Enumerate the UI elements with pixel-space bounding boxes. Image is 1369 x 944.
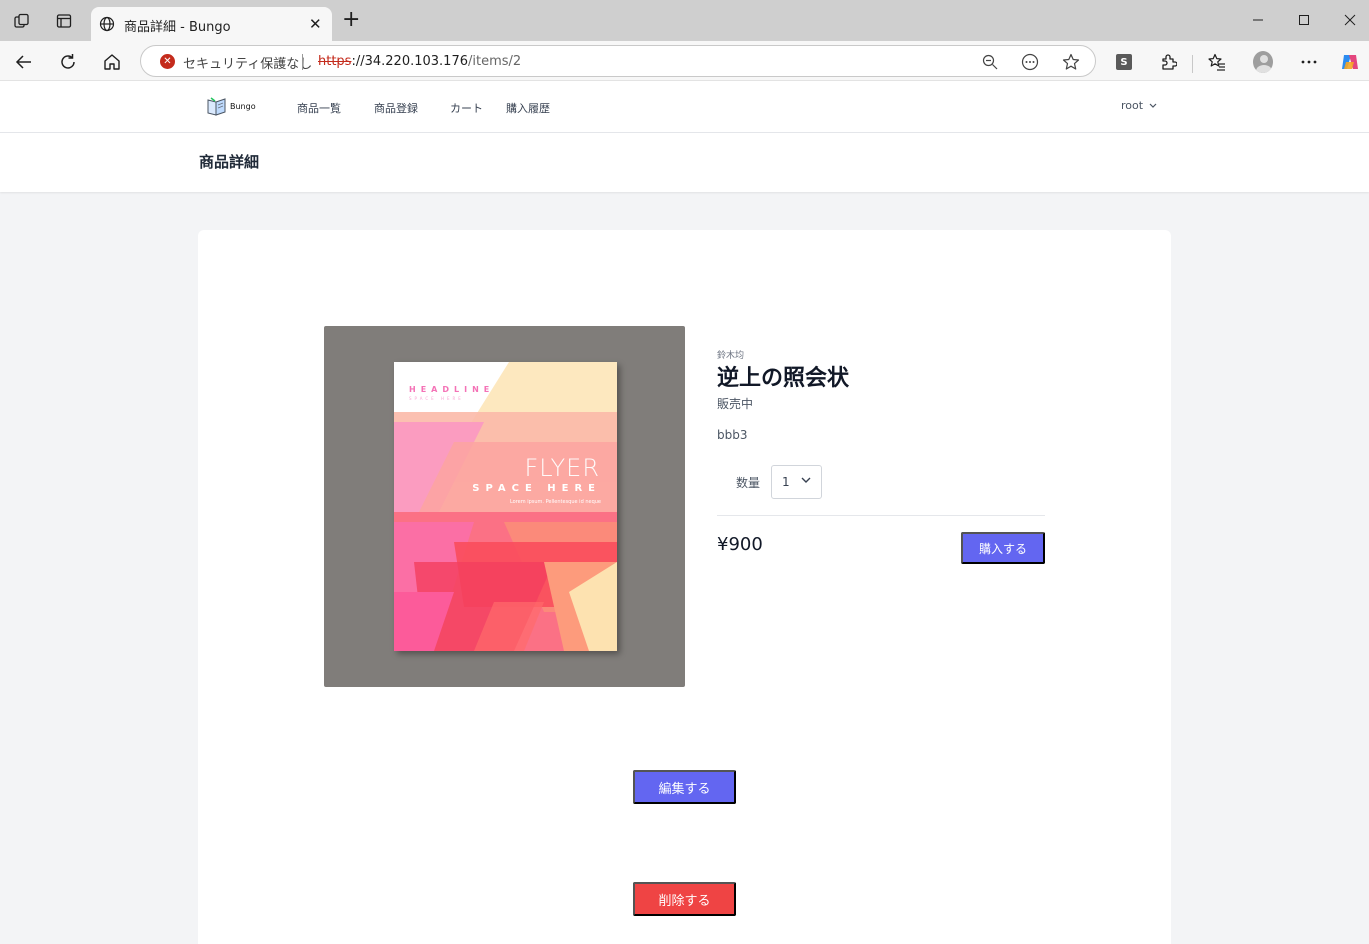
product-price: ¥900 (717, 534, 763, 555)
nav-item-history[interactable]: 購入履歴 (506, 100, 550, 116)
maximize-icon[interactable] (1294, 10, 1314, 30)
extensions-icon[interactable] (1158, 52, 1178, 72)
product-status: 販売中 (717, 397, 754, 411)
close-window-icon[interactable] (1340, 10, 1360, 30)
quantity-label: 数量 (736, 476, 761, 490)
url-text[interactable]: https://34.220.103.176/items/2 (318, 54, 521, 69)
copilot-icon[interactable] (1340, 52, 1360, 72)
flyer-cover-image: HEADLINE SPACE HERE FLYER SPACE HERE Lor… (394, 362, 617, 651)
minimize-icon[interactable] (1248, 10, 1268, 30)
nav-item-list[interactable]: 商品一覧 (297, 100, 341, 116)
close-tab-icon[interactable]: ✕ (309, 16, 322, 32)
product-description: bbb3 (717, 428, 748, 442)
page-title: 商品詳細 (199, 153, 260, 171)
favorite-star-icon[interactable] (1062, 53, 1080, 71)
product-image: HEADLINE SPACE HERE FLYER SPACE HERE Lor… (324, 326, 685, 687)
user-name: root (1121, 99, 1144, 112)
quantity-value: 1 (782, 475, 790, 489)
profile-avatar[interactable] (1253, 51, 1273, 73)
toolbar-divider (1192, 55, 1193, 73)
new-tab-icon[interactable]: + (342, 9, 360, 31)
url-path: /items/2 (468, 54, 522, 69)
url-host: ://34.220.103.176 (351, 54, 468, 69)
workspaces-icon[interactable] (13, 12, 31, 30)
home-icon[interactable] (101, 51, 123, 73)
active-tab[interactable]: 商品詳細 - Bungo ✕ (91, 7, 332, 41)
back-icon[interactable] (13, 51, 35, 73)
flyer-lorem: Lorem ipsum. Pellentesque id neque (509, 499, 601, 505)
flyer-artwork (394, 362, 617, 651)
security-label[interactable]: セキュリティ保護なし (183, 53, 312, 72)
tab-title: 商品詳細 - Bungo (124, 20, 231, 35)
read-aloud-icon[interactable] (1021, 53, 1039, 71)
chevron-down-icon (1149, 103, 1157, 108)
buy-button[interactable]: 購入する (961, 532, 1045, 564)
site-logo[interactable]: Bungo (206, 96, 256, 116)
globe-icon (99, 16, 115, 36)
zoom-out-icon[interactable] (981, 53, 999, 71)
flyer-headline-sub: SPACE HERE (409, 396, 464, 401)
site-navbar: Bungo 商品一覧 商品登録 カート 購入履歴 root (0, 81, 1369, 133)
extension-s-badge: S (1116, 54, 1132, 70)
favorites-icon[interactable] (1207, 52, 1227, 72)
delete-button[interactable]: 削除する (633, 882, 736, 916)
browser-toolbar: ✕ セキュリティ保護なし https://34.220.103.176/item… (0, 41, 1369, 81)
user-menu[interactable]: root (1121, 99, 1157, 112)
browser-tab-bar: 商品詳細 - Bungo ✕ + (0, 0, 1369, 41)
flyer-space-here: SPACE HERE (472, 483, 601, 494)
quantity-select[interactable]: 1 (771, 465, 822, 499)
product-card: HEADLINE SPACE HERE FLYER SPACE HERE Lor… (198, 230, 1171, 944)
more-options-icon[interactable] (1299, 52, 1319, 72)
chevron-down-icon (801, 477, 811, 483)
flyer-headline: HEADLINE (409, 385, 495, 394)
edit-button[interactable]: 編集する (633, 770, 736, 804)
address-bar[interactable]: ✕ セキュリティ保護なし https://34.220.103.176/item… (140, 45, 1096, 77)
page-header: 商品詳細 (0, 133, 1369, 192)
reload-icon[interactable] (57, 51, 79, 73)
vertical-tabs-icon[interactable] (55, 12, 73, 30)
omnibox-divider (302, 54, 303, 70)
book-logo-icon (207, 97, 226, 116)
flyer-title: FLYER (524, 454, 600, 482)
not-secure-icon[interactable]: ✕ (160, 54, 175, 69)
nav-item-cart[interactable]: カート (450, 100, 483, 116)
avatar (1253, 51, 1273, 73)
url-scheme: https (318, 54, 352, 69)
logo-text: Bungo (230, 101, 256, 111)
divider (717, 515, 1045, 516)
nav-item-register[interactable]: 商品登録 (374, 100, 418, 116)
product-title: 逆上の照会状 (717, 366, 850, 391)
extension-s-icon[interactable]: S (1114, 52, 1134, 72)
